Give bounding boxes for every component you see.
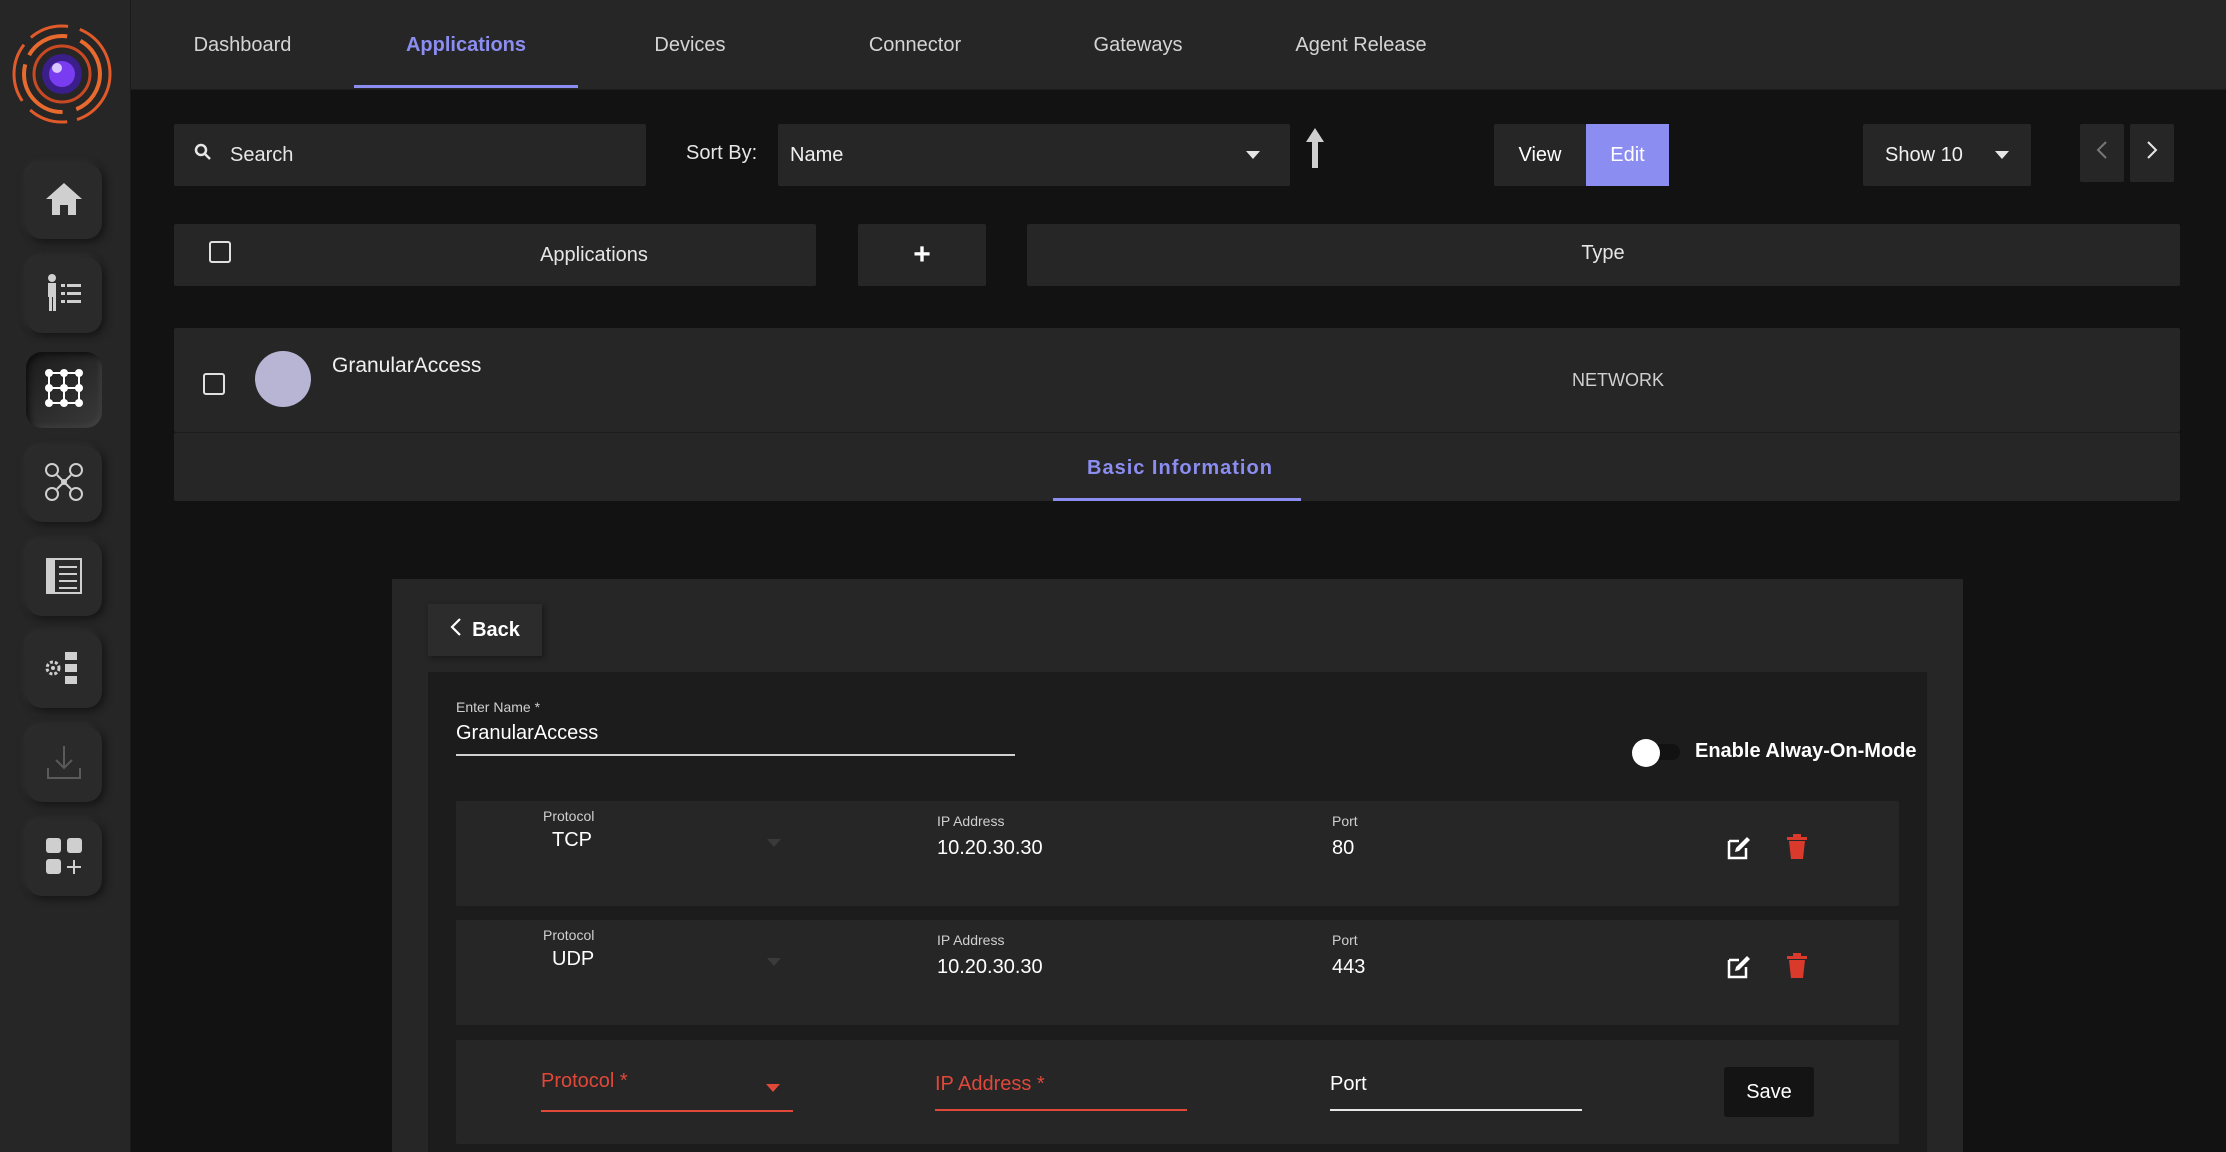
new-port-field[interactable]: Port xyxy=(1330,1073,1582,1111)
chevron-right-icon xyxy=(2146,140,2158,166)
application-type: NETWORK xyxy=(1572,370,1664,390)
sidebar-item-home[interactable] xyxy=(26,163,102,239)
avatar xyxy=(255,351,311,407)
sidebar xyxy=(0,0,131,1152)
applications-header: Applications xyxy=(174,224,816,286)
always-on-toggle[interactable] xyxy=(1632,739,1686,767)
detail-tab-bar: Basic Information xyxy=(174,432,2180,501)
port-label: Port xyxy=(1332,932,1358,948)
search-icon xyxy=(194,143,212,167)
tab-active-indicator xyxy=(354,85,578,88)
tab-devices[interactable]: Devices xyxy=(615,0,765,90)
select-all-checkbox[interactable] xyxy=(209,241,231,263)
sidebar-item-downloads[interactable] xyxy=(26,726,102,802)
port-value: 443 xyxy=(1332,956,1366,978)
protocol-select[interactable]: TCP xyxy=(543,827,793,857)
trash-icon xyxy=(1786,952,1808,984)
type-column-header: Type xyxy=(1581,242,1625,264)
protocol-value: UDP xyxy=(552,948,595,970)
back-label: Back xyxy=(472,618,520,641)
save-rule-button[interactable]: Save xyxy=(1724,1067,1814,1117)
ip-address-value: 10.20.30.30 xyxy=(937,956,1043,978)
prev-page-button[interactable] xyxy=(2080,124,2124,182)
tab-dashboard[interactable]: Dashboard xyxy=(165,0,320,90)
tab-gateways[interactable]: Gateways xyxy=(1063,0,1213,90)
detail-tab-indicator xyxy=(1053,498,1301,501)
tab-connector[interactable]: Connector xyxy=(840,0,990,90)
sort-by-label: Sort By: xyxy=(686,142,758,164)
tab-agent-release[interactable]: Agent Release xyxy=(1278,0,1444,90)
sidebar-item-users[interactable] xyxy=(26,257,102,333)
app-logo-icon[interactable] xyxy=(10,22,115,127)
page-size-value: Show 10 xyxy=(1885,143,1963,166)
document-list-icon xyxy=(44,556,84,601)
ip-address-label: IP Address xyxy=(937,932,1005,948)
sidebar-item-access[interactable] xyxy=(26,446,102,522)
sidebar-item-policies[interactable] xyxy=(26,540,102,616)
sort-select[interactable]: Name xyxy=(778,124,1290,186)
tab-applications[interactable]: Applications xyxy=(354,0,578,90)
search-input[interactable]: Search xyxy=(174,124,646,186)
chevron-left-icon xyxy=(450,617,462,643)
chevron-down-icon xyxy=(1246,151,1260,159)
applications-column-header: Applications xyxy=(540,244,648,266)
next-page-button[interactable] xyxy=(2130,124,2174,182)
search-placeholder: Search xyxy=(230,143,294,166)
home-icon xyxy=(44,181,84,222)
chevron-down-icon xyxy=(1995,151,2009,159)
application-name: GranularAccess xyxy=(332,354,482,377)
sidebar-item-add-widget[interactable] xyxy=(26,820,102,896)
edit-button[interactable]: Edit xyxy=(1586,124,1669,186)
tab-basic-information[interactable]: Basic Information xyxy=(1087,457,1273,480)
chevron-left-icon xyxy=(2096,140,2108,166)
delete-rule-button[interactable] xyxy=(1782,952,1812,984)
port-value: 80 xyxy=(1332,837,1355,859)
chevron-down-icon xyxy=(767,958,781,966)
user-list-icon xyxy=(43,272,85,319)
protocol-label: Protocol xyxy=(543,927,595,943)
sidebar-item-settings[interactable] xyxy=(26,632,102,708)
new-protocol-select[interactable]: Protocol * xyxy=(541,1070,793,1112)
name-field-label: Enter Name * xyxy=(456,699,541,715)
sort-select-value: Name xyxy=(790,143,844,166)
table-row[interactable]: GranularAccess NETWORK xyxy=(174,328,2180,432)
sort-direction-button[interactable] xyxy=(1304,126,1326,175)
type-header: Type xyxy=(1027,224,2180,286)
gear-list-icon xyxy=(43,648,85,693)
people-network-icon xyxy=(43,461,85,508)
toggle-knob xyxy=(1632,739,1660,767)
protocol-value: TCP xyxy=(552,829,592,851)
arrow-up-icon xyxy=(1304,128,1326,174)
new-protocol-placeholder: Protocol * xyxy=(541,1070,628,1092)
chevron-down-icon xyxy=(767,839,781,847)
rule-row: Protocol UDP IP Address 10.20.30.30 Port… xyxy=(456,920,1899,1025)
name-field[interactable]: GranularAccess xyxy=(456,722,1015,756)
protocol-label: Protocol xyxy=(543,808,595,824)
new-ip-address-field[interactable]: IP Address * xyxy=(935,1073,1187,1111)
edit-rule-button[interactable] xyxy=(1724,835,1754,865)
view-button[interactable]: View xyxy=(1494,124,1586,186)
row-checkbox[interactable] xyxy=(203,373,225,395)
delete-rule-button[interactable] xyxy=(1782,833,1812,865)
widgets-icon xyxy=(44,836,84,881)
grid-icon xyxy=(44,368,84,413)
back-button[interactable]: Back xyxy=(428,604,542,656)
edit-rule-button[interactable] xyxy=(1724,954,1754,984)
ip-address-value: 10.20.30.30 xyxy=(937,837,1043,859)
edit-icon xyxy=(1726,835,1752,866)
download-icon xyxy=(44,742,84,787)
edit-icon xyxy=(1726,954,1752,985)
port-label: Port xyxy=(1332,813,1358,829)
ip-address-label: IP Address xyxy=(937,813,1005,829)
new-rule-row: Protocol * IP Address * Port Save xyxy=(456,1040,1899,1144)
trash-icon xyxy=(1786,833,1808,865)
add-application-button[interactable]: + xyxy=(858,224,986,286)
protocol-select[interactable]: UDP xyxy=(543,946,793,976)
rule-row: Protocol TCP IP Address 10.20.30.30 Port… xyxy=(456,801,1899,906)
sidebar-item-applications[interactable] xyxy=(26,352,102,428)
chevron-down-icon xyxy=(766,1084,780,1092)
page-size-select[interactable]: Show 10 xyxy=(1863,124,2031,186)
always-on-label: Enable Alway-On-Mode xyxy=(1695,740,1917,762)
